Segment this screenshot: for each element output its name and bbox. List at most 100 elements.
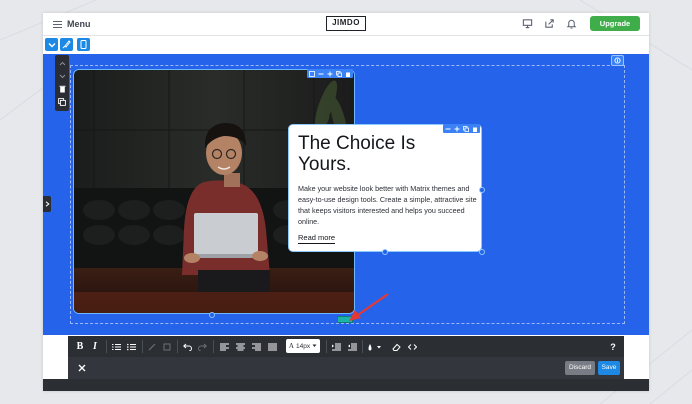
mobile-icon bbox=[80, 40, 87, 49]
redo-icon bbox=[197, 343, 207, 351]
redo-button[interactable] bbox=[196, 339, 208, 354]
image-delete-button[interactable] bbox=[344, 69, 352, 78]
top-bar: Menu JIMDO Upgrade bbox=[43, 13, 649, 36]
monitor-icon[interactable] bbox=[522, 18, 533, 29]
duplicate-section-button[interactable] bbox=[55, 96, 69, 108]
bell-icon[interactable] bbox=[566, 18, 577, 29]
resize-dot[interactable] bbox=[479, 249, 485, 255]
align-left-button[interactable] bbox=[218, 339, 230, 354]
source-code-button[interactable] bbox=[406, 339, 418, 354]
caret-down-icon bbox=[312, 344, 317, 347]
section-tools bbox=[55, 55, 69, 111]
card-grow-button[interactable] bbox=[453, 124, 461, 133]
link-icon bbox=[148, 343, 156, 350]
align-left-icon bbox=[219, 343, 229, 350]
indent-button[interactable] bbox=[330, 339, 342, 354]
menu-button[interactable]: Menu bbox=[53, 17, 91, 31]
close-icon[interactable] bbox=[76, 362, 88, 374]
image-settings-button[interactable] bbox=[308, 69, 316, 78]
resize-dot[interactable] bbox=[479, 187, 485, 193]
read-more-link[interactable]: Read more bbox=[298, 233, 336, 244]
collapse-button[interactable] bbox=[45, 38, 58, 51]
copy-icon bbox=[336, 70, 342, 77]
code-icon bbox=[407, 343, 417, 350]
chevron-right-icon bbox=[45, 201, 50, 207]
align-justify-button[interactable] bbox=[266, 339, 278, 354]
editor-window: Menu JIMDO Upgrade The Choice Is Yours. … bbox=[43, 13, 649, 391]
unlink-button[interactable] bbox=[161, 339, 173, 354]
expand-panel-handle[interactable] bbox=[43, 196, 51, 212]
brush-icon bbox=[62, 40, 71, 49]
align-right-icon bbox=[251, 343, 261, 350]
card-delete-button[interactable] bbox=[471, 124, 479, 133]
card-body-text[interactable]: Make your website look better with Matri… bbox=[298, 183, 478, 227]
menu-label: Menu bbox=[67, 19, 91, 29]
eraser-icon bbox=[391, 343, 401, 351]
image-tools bbox=[307, 69, 353, 78]
chevron-up-icon bbox=[59, 61, 65, 65]
undo-button[interactable] bbox=[181, 339, 193, 354]
trash-icon bbox=[59, 85, 65, 93]
image-grow-button[interactable] bbox=[326, 69, 334, 78]
align-justify-icon bbox=[267, 343, 277, 350]
minus-icon bbox=[445, 128, 451, 129]
accessibility-icon bbox=[614, 57, 621, 64]
chevron-down-icon bbox=[48, 42, 55, 47]
move-up-button[interactable] bbox=[55, 57, 69, 69]
bold-button[interactable]: B bbox=[74, 339, 86, 354]
chevron-down-icon bbox=[59, 74, 65, 78]
bullet-list-icon bbox=[126, 343, 136, 350]
ordered-list-icon bbox=[111, 343, 121, 350]
edit-action-bar: Discard Save bbox=[68, 357, 624, 379]
copy-icon bbox=[463, 125, 469, 132]
resize-dot[interactable] bbox=[209, 312, 215, 318]
mobile-view-button[interactable] bbox=[77, 38, 90, 51]
delete-section-button[interactable] bbox=[55, 83, 69, 95]
clear-format-button[interactable] bbox=[390, 339, 402, 354]
align-center-button[interactable] bbox=[234, 339, 246, 354]
italic-button[interactable]: I bbox=[89, 339, 101, 354]
card-duplicate-button[interactable] bbox=[462, 124, 470, 133]
share-icon[interactable] bbox=[544, 18, 555, 29]
save-button[interactable]: Save bbox=[598, 361, 620, 375]
link-button[interactable] bbox=[146, 339, 158, 354]
resize-dot[interactable] bbox=[382, 249, 388, 255]
bottom-strip bbox=[43, 379, 649, 391]
align-right-button[interactable] bbox=[250, 339, 262, 354]
trash-icon bbox=[473, 127, 477, 132]
arrow-annotation-icon bbox=[349, 293, 389, 321]
text-color-button[interactable] bbox=[366, 339, 384, 354]
text-format-toolbar: B I A 14px ? bbox=[68, 336, 624, 357]
upgrade-button[interactable]: Upgrade bbox=[590, 16, 640, 31]
hamburger-icon bbox=[53, 20, 62, 28]
font-size-icon: A bbox=[288, 342, 294, 350]
outdent-icon bbox=[347, 343, 357, 350]
font-size-select[interactable]: A 14px bbox=[286, 339, 320, 353]
hero-section[interactable]: The Choice Is Yours. Make your website l… bbox=[43, 54, 649, 335]
image-shrink-button[interactable] bbox=[317, 69, 325, 78]
image-duplicate-button[interactable] bbox=[335, 69, 343, 78]
card-shrink-button[interactable] bbox=[444, 124, 452, 133]
plus-icon bbox=[454, 126, 460, 131]
jimdo-logo[interactable]: JIMDO bbox=[326, 16, 366, 31]
content-card[interactable]: The Choice Is Yours. Make your website l… bbox=[288, 124, 482, 252]
card-tools bbox=[443, 124, 480, 133]
help-button[interactable]: ? bbox=[607, 339, 619, 354]
bullet-list-button[interactable] bbox=[125, 339, 137, 354]
copy-icon bbox=[58, 98, 66, 106]
align-center-icon bbox=[235, 343, 245, 350]
color-drop-icon bbox=[368, 343, 381, 350]
minus-icon bbox=[318, 73, 324, 74]
outdent-button[interactable] bbox=[346, 339, 358, 354]
image-icon bbox=[309, 70, 315, 77]
undo-icon bbox=[182, 343, 192, 351]
move-down-button[interactable] bbox=[55, 70, 69, 82]
unlink-icon bbox=[163, 343, 171, 350]
design-button[interactable] bbox=[60, 38, 73, 51]
accessibility-button[interactable] bbox=[611, 55, 624, 66]
card-title[interactable]: The Choice Is Yours. bbox=[298, 133, 473, 175]
sub-toolbar bbox=[43, 36, 649, 53]
discard-button[interactable]: Discard bbox=[565, 361, 595, 375]
ordered-list-button[interactable] bbox=[110, 339, 122, 354]
plus-icon bbox=[327, 71, 333, 76]
